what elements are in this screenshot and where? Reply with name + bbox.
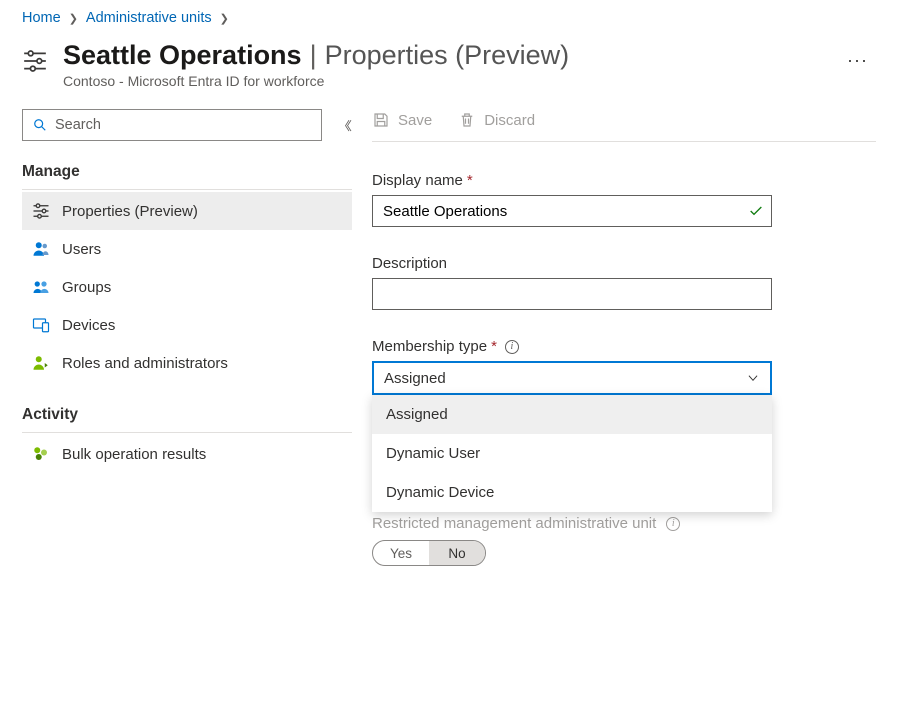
sidebar-item-devices[interactable]: Devices xyxy=(22,306,352,344)
save-label: Save xyxy=(398,112,432,129)
roles-icon xyxy=(32,354,50,372)
discard-button[interactable]: Discard xyxy=(458,111,535,129)
chevron-down-icon xyxy=(746,371,760,385)
user-icon xyxy=(32,240,50,258)
content: Save Discard Display name * xyxy=(352,109,876,566)
divider xyxy=(22,432,352,433)
membership-type-select[interactable]: Assigned xyxy=(372,361,772,395)
description-input[interactable] xyxy=(372,278,772,310)
sidebar-item-roles[interactable]: Roles and administrators xyxy=(22,344,352,382)
sidebar-item-label: Devices xyxy=(62,317,115,334)
sidebar-item-groups[interactable]: Groups xyxy=(22,268,352,306)
option-dynamic-device[interactable]: Dynamic Device xyxy=(372,473,772,512)
sidebar-item-label: Properties (Preview) xyxy=(62,203,198,220)
settings-sliders-icon xyxy=(22,48,48,74)
bulk-icon xyxy=(32,445,50,463)
toggle-yes[interactable]: Yes xyxy=(373,541,429,565)
search-input[interactable] xyxy=(55,117,311,133)
toggle-no[interactable]: No xyxy=(429,541,485,565)
discard-icon xyxy=(458,111,476,129)
description-label: Description xyxy=(372,255,447,272)
section-activity-title: Activity xyxy=(22,400,352,432)
sidebar-item-label: Groups xyxy=(62,279,111,296)
search-icon xyxy=(33,118,47,132)
sidebar-item-label: Roles and administrators xyxy=(62,355,228,372)
settings-sliders-icon xyxy=(32,202,50,220)
required-indicator: * xyxy=(467,172,473,189)
option-assigned[interactable]: Assigned xyxy=(372,395,772,434)
field-description: Description xyxy=(372,255,876,310)
display-name-input[interactable] xyxy=(372,195,772,227)
info-icon[interactable]: i xyxy=(666,517,680,531)
search-box[interactable] xyxy=(22,109,322,141)
info-icon[interactable]: i xyxy=(505,340,519,354)
divider xyxy=(22,189,352,190)
restricted-label: Restricted management administrative uni… xyxy=(372,515,656,532)
divider xyxy=(372,141,876,142)
restricted-toggle[interactable]: Yes No xyxy=(372,540,486,566)
page-subtitle: Contoso - Microsoft Entra ID for workfor… xyxy=(63,73,824,89)
section-manage-title: Manage xyxy=(22,157,352,189)
sidebar-item-users[interactable]: Users xyxy=(22,230,352,268)
membership-type-dropdown: Assigned Dynamic User Dynamic Device xyxy=(372,395,772,512)
breadcrumb-home[interactable]: Home xyxy=(22,10,61,26)
save-button[interactable]: Save xyxy=(372,111,432,129)
required-indicator: * xyxy=(491,338,497,355)
discard-label: Discard xyxy=(484,112,535,129)
sidebar-item-label: Bulk operation results xyxy=(62,446,206,463)
save-icon xyxy=(372,111,390,129)
field-membership-type: Membership type * i Assigned Assigned Dy… xyxy=(372,338,876,395)
restricted-label-row: Restricted management administrative uni… xyxy=(372,515,876,532)
breadcrumb-admin-units[interactable]: Administrative units xyxy=(86,10,212,26)
sidebar-item-label: Users xyxy=(62,241,101,258)
option-dynamic-user[interactable]: Dynamic User xyxy=(372,434,772,473)
chevron-right-icon: ❯ xyxy=(69,12,78,25)
toolbar: Save Discard xyxy=(372,109,876,141)
sidebar: 〈〈 Manage Properties (Preview) Users xyxy=(22,109,352,566)
collapse-sidebar-button[interactable]: 〈〈 xyxy=(334,113,352,138)
groups-icon xyxy=(32,278,50,296)
page-title-secondary: Properties (Preview) xyxy=(325,40,570,71)
display-name-label: Display name xyxy=(372,172,463,189)
sidebar-item-properties[interactable]: Properties (Preview) xyxy=(22,192,352,230)
more-actions-button[interactable]: ··· xyxy=(839,46,876,75)
breadcrumb: Home ❯ Administrative units ❯ xyxy=(0,0,898,32)
devices-icon xyxy=(32,316,50,334)
page-header: Seattle Operations | Properties (Preview… xyxy=(0,32,898,99)
page-title-main: Seattle Operations xyxy=(63,40,302,71)
checkmark-icon xyxy=(748,203,764,219)
sidebar-item-bulk[interactable]: Bulk operation results xyxy=(22,435,352,473)
field-display-name: Display name * xyxy=(372,172,876,227)
chevron-right-icon: ❯ xyxy=(220,12,229,25)
title-divider: | xyxy=(310,40,317,71)
membership-type-label: Membership type xyxy=(372,338,487,355)
membership-type-value: Assigned xyxy=(384,370,446,387)
